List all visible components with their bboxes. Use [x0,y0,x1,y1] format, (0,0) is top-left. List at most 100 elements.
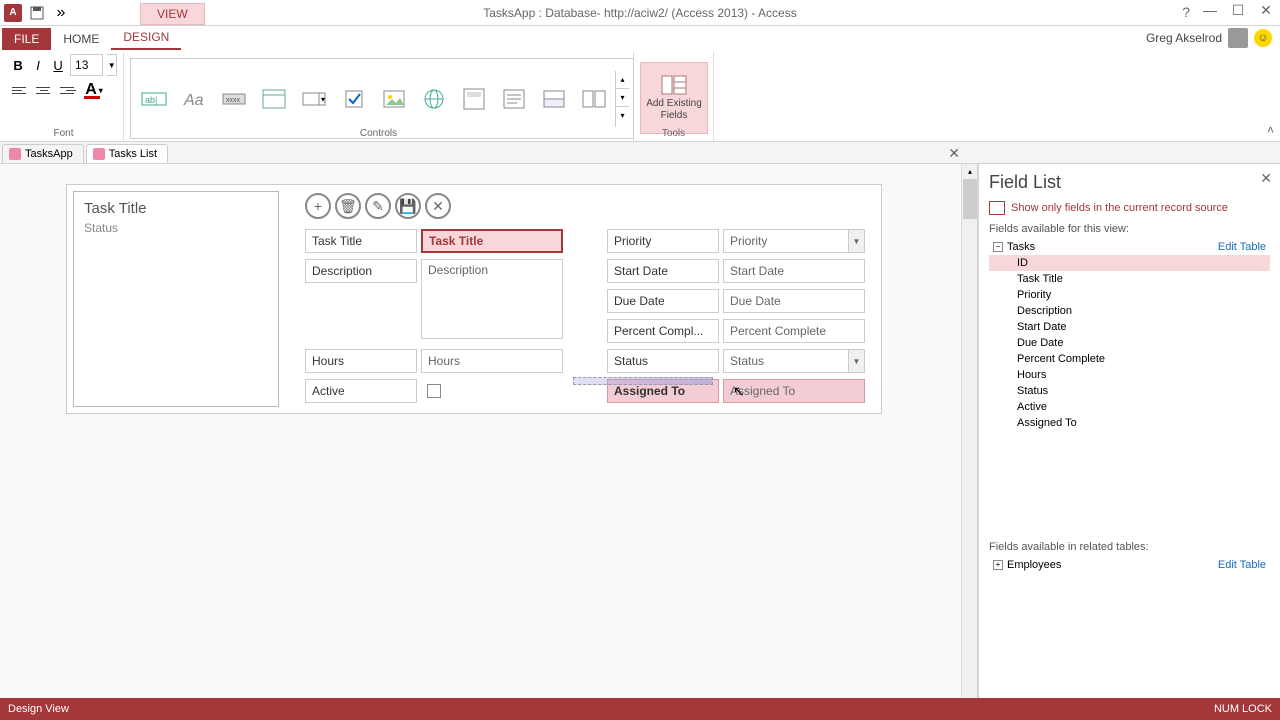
scroll-up-icon[interactable]: ▴ [963,164,977,178]
multiline-control-icon[interactable] [495,75,533,123]
show-only-icon [989,201,1005,215]
action-delete-icon[interactable]: 🗑 [335,193,361,219]
webbrowser-control-icon[interactable] [255,75,293,123]
action-edit-icon[interactable]: ✎ [365,193,391,219]
controls-gallery[interactable]: ab| Aa xxxx ▾ ▴ ▾ ▾ [130,58,634,139]
align-left-button[interactable] [10,81,30,99]
label-description[interactable]: Description [305,259,417,283]
field-list-panel: ✕ Field List Show only fields in the cur… [978,164,1280,720]
field-row[interactable]: Assigned To [989,415,1270,431]
image-control-icon[interactable] [375,75,413,123]
align-right-button[interactable] [58,81,78,99]
user-avatar[interactable] [1228,28,1248,48]
contextual-tab-label: VIEW [140,3,205,25]
font-size-dropdown-icon[interactable]: ▼ [107,54,117,76]
show-only-fields-link[interactable]: Show only fields in the current record s… [989,201,1270,215]
input-description[interactable]: Description [421,259,563,339]
button-control-icon[interactable]: xxxx [215,75,253,123]
underline-button[interactable]: U [50,55,66,75]
svg-text:Aa: Aa [183,92,204,109]
tab-design[interactable]: DESIGN [111,26,181,50]
action-add-icon[interactable]: + [305,193,331,219]
tree-collapse-icon[interactable]: − [993,242,1003,252]
close-button[interactable]: ✕ [1252,0,1280,20]
label-active[interactable]: Active [305,379,417,403]
field-row[interactable]: Hours [989,367,1270,383]
drag-ghost [573,377,713,385]
field-list-close-icon[interactable]: ✕ [1260,170,1272,187]
qat-more-icon[interactable]: » [52,4,70,22]
action-cancel-icon[interactable]: ✕ [425,193,451,219]
minimize-button[interactable]: — [1196,0,1224,20]
checkbox-control-icon[interactable] [335,75,373,123]
add-existing-fields-button[interactable]: Add Existing Fields [640,62,708,134]
input-hours[interactable]: Hours [421,349,563,373]
label-due-date[interactable]: Due Date [607,289,719,313]
combo-priority[interactable]: Priority▼ [723,229,865,253]
gallery-more-icon[interactable]: ▾ [616,107,629,125]
gallery-up-icon[interactable]: ▴ [616,71,629,89]
tree-table-tasks[interactable]: − Tasks Edit Table [989,239,1270,255]
form-canvas[interactable]: Task Title Status + 🗑 ✎ 💾 ✕ Task Title T… [66,184,882,414]
svg-text:xxxx: xxxx [226,97,241,104]
window-title: TasksApp : Database- http://aciw2/ (Acce… [483,6,796,20]
hyperlink-control-icon[interactable] [415,75,453,123]
combobox-control-icon[interactable]: ▾ [295,75,333,123]
font-size-input[interactable]: 13 [70,54,103,76]
field-row[interactable]: Start Date [989,319,1270,335]
relateditems-control-icon[interactable] [575,75,613,123]
collapse-ribbon-icon[interactable]: ˄ [1267,123,1274,137]
align-center-button[interactable] [34,81,54,99]
feedback-smiley-icon[interactable]: ☺ [1254,29,1272,47]
input-task-title[interactable]: Task Title [421,229,563,253]
field-row[interactable]: Active [989,399,1270,415]
label-priority[interactable]: Priority [607,229,719,253]
combo-status[interactable]: Status▼ [723,349,865,373]
textbox-control-icon[interactable]: ab| [135,75,173,123]
field-row[interactable]: Description [989,303,1270,319]
label-hours[interactable]: Hours [305,349,417,373]
tree-table-employees[interactable]: + Employees Edit Table [989,557,1270,573]
label-task-title[interactable]: Task Title [305,229,417,253]
label-start-date[interactable]: Start Date [607,259,719,283]
label-percent-complete[interactable]: Percent Compl... [607,319,719,343]
scroll-thumb[interactable] [963,179,977,219]
doc-tab-tasksapp[interactable]: TasksApp [2,144,84,163]
label-control-icon[interactable]: Aa [175,75,213,123]
action-save-icon[interactable]: 💾 [395,193,421,219]
qat-save-icon[interactable] [28,4,46,22]
help-icon[interactable]: ? [1182,4,1190,20]
add-existing-fields-label: Add Existing Fields [645,98,703,122]
app-icon: A [4,4,22,22]
bold-button[interactable]: B [10,55,26,75]
input-percent-complete[interactable]: Percent Complete [723,319,865,343]
italic-button[interactable]: I [30,55,46,75]
doc-tab-close-icon[interactable]: ✕ [948,145,960,162]
maximize-button[interactable]: ☐ [1224,0,1252,20]
list-preview-panel[interactable]: Task Title Status [73,191,279,407]
input-start-date[interactable]: Start Date [723,259,865,283]
label-status[interactable]: Status [607,349,719,373]
chevron-down-icon[interactable]: ▼ [848,230,864,252]
chevron-down-icon[interactable]: ▼ [848,350,864,372]
tree-expand-icon[interactable]: + [993,560,1003,570]
edit-table-link[interactable]: Edit Table [1218,559,1266,571]
input-due-date[interactable]: Due Date [723,289,865,313]
autocomplete-control-icon[interactable] [535,75,573,123]
vertical-scrollbar[interactable]: ▴ ▾ [961,164,977,720]
field-row[interactable]: Task Title [989,271,1270,287]
tab-home[interactable]: HOME [51,28,111,50]
field-row[interactable]: Due Date [989,335,1270,351]
tab-file[interactable]: FILE [2,28,51,50]
field-row[interactable]: Percent Complete [989,351,1270,367]
field-row[interactable]: Priority [989,287,1270,303]
font-color-button[interactable]: A▾ [82,80,106,100]
field-row-id[interactable]: ID [989,255,1270,271]
doc-tab-taskslist[interactable]: Tasks List [86,144,168,163]
field-row[interactable]: Status [989,383,1270,399]
checkbox-active[interactable] [427,384,441,398]
edit-table-link[interactable]: Edit Table [1218,241,1266,253]
design-surface[interactable]: Task Title Status + 🗑 ✎ 💾 ✕ Task Title T… [0,164,978,720]
gallery-down-icon[interactable]: ▾ [616,89,629,107]
subform-control-icon[interactable] [455,75,493,123]
